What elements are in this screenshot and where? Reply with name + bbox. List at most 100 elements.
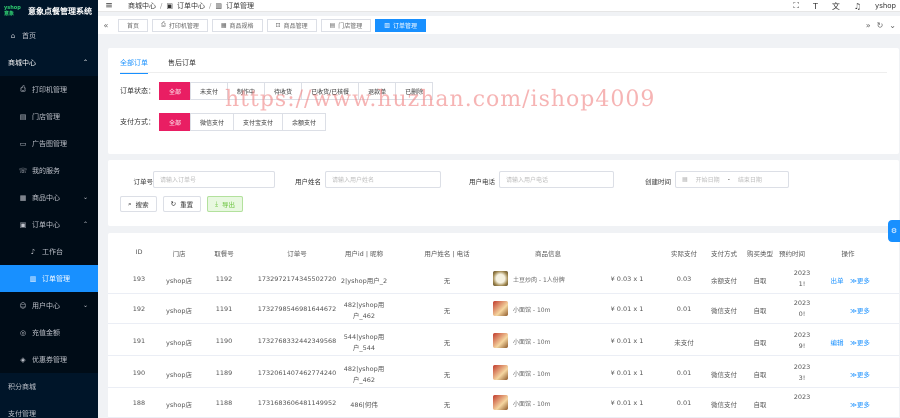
search-card: 订单号 请输入订单号 用户姓名 请输入用户姓名 用户电话 请输入用户电话 创建时…: [108, 160, 899, 226]
status-option[interactable]: 未支付: [190, 82, 229, 100]
table-cell: 191: [132, 337, 146, 345]
goods-icon: ▦: [19, 193, 27, 202]
table-cell: yshop店: [166, 339, 192, 347]
sidebar-item[interactable]: ▭ 广告图管理: [0, 130, 98, 157]
sidebar-item[interactable]: ▤ 门店管理: [0, 103, 98, 130]
table-cell: yshop店: [166, 307, 192, 315]
status-option[interactable]: 制作中: [227, 82, 266, 100]
ad-icon: ▭: [19, 139, 27, 148]
table-cell: 1!: [798, 280, 806, 288]
sidebar-item[interactable]: ◈ 优惠券管理: [0, 346, 98, 373]
pay-option[interactable]: 支付宝支付: [233, 113, 284, 131]
status-option[interactable]: 退款单: [358, 82, 397, 100]
sidebar-item[interactable]: 支付管理: [0, 400, 98, 418]
table-cell: ¥ 0.03 x 1: [610, 275, 644, 283]
sidebar-item[interactable]: ▥ 订单管理: [0, 265, 98, 292]
tag-item[interactable]: ▤ 门店管理: [320, 18, 372, 32]
sidebar-item[interactable]: 积分商城: [0, 373, 98, 400]
top-right-tools: ⛶ T 文 ♫ yshop: [793, 0, 896, 12]
more-button[interactable]: ≫更多: [850, 369, 870, 379]
sidebar-item[interactable]: ▣ 订单中心 ⌃: [0, 211, 98, 238]
chevron-down-icon[interactable]: ⌄: [889, 21, 896, 30]
more-button[interactable]: ≫更多: [850, 399, 870, 409]
tag-item[interactable]: ▦ 商品规格: [211, 18, 263, 32]
table-cell: 0.03: [676, 275, 692, 283]
sidebar-item[interactable]: ☏ 我的服务: [0, 157, 98, 184]
search-icon: ⌕: [128, 199, 132, 208]
sidebar-item[interactable]: ⎙ 打印机管理: [0, 76, 98, 103]
sidebar-item[interactable]: ⌂ 首页: [0, 22, 98, 49]
user-phone-label: 用户电话: [469, 178, 495, 186]
tag-item[interactable]: 首页: [118, 18, 149, 32]
table-cell: 1731683606481149952: [257, 399, 337, 407]
table-header: ID 门店 取餐号 订单号 用户id | 昵称 用户姓名 | 电话 商品信息 实际支付 支付方式…: [108, 246, 899, 260]
font-size-icon[interactable]: T: [813, 2, 818, 11]
scroll-left-icon[interactable]: «: [98, 21, 114, 30]
sidebar-item-label: 门店管理: [32, 112, 60, 121]
column-header: 支付方式: [711, 250, 737, 258]
table-cell: 余额支付: [711, 277, 737, 285]
translate-icon[interactable]: 文: [832, 1, 840, 12]
menu-toggle-icon[interactable]: ≡: [98, 1, 120, 11]
goods-thumbnail: [493, 271, 508, 286]
sidebar-item[interactable]: ▦ 商品中心 ⌄: [0, 184, 98, 211]
end-date[interactable]: 结束日期: [738, 175, 762, 184]
table-cell: 1189: [215, 369, 233, 377]
search-button[interactable]: ⌕ 搜索: [120, 196, 157, 212]
pay-filter: 支付方式： 全部 微信支付 支付宝支付 余额支付: [120, 113, 327, 131]
sidebar-item-label: 广告图管理: [32, 139, 67, 148]
scroll-right-icon[interactable]: »: [866, 21, 871, 30]
breadcrumb-item[interactable]: 商城中心: [128, 1, 156, 11]
bell-icon[interactable]: ♫: [854, 2, 861, 11]
column-header: 购买类型: [747, 250, 773, 258]
chevron-up-icon: ⌃: [82, 221, 88, 228]
table-cell: 482|yshop用: [343, 301, 385, 309]
pay-option[interactable]: 余额支付: [282, 113, 327, 131]
fullscreen-icon[interactable]: ⛶: [793, 1, 799, 11]
tag-item[interactable]: ⎙ 打印机管理: [152, 18, 208, 32]
table-cell: 0!: [798, 310, 806, 318]
sidebar-item-label: 商城中心: [8, 58, 36, 67]
more-button[interactable]: ≫更多: [850, 275, 870, 285]
tag-item[interactable]: ⊡ 商品管理: [266, 18, 317, 32]
sidebar-item[interactable]: ♪ 工作台: [0, 238, 98, 265]
pay-option[interactable]: 全部: [159, 113, 192, 131]
order-action-button[interactable]: 编辑: [831, 337, 844, 347]
sidebar-item[interactable]: 商城中心 ⌃: [0, 49, 98, 76]
table-cell: 544|yshop用: [343, 333, 385, 341]
table-cell: 户_544: [352, 344, 376, 352]
status-label: 订单状态：: [120, 87, 155, 95]
order-action-button[interactable]: 出单: [831, 275, 844, 285]
table-cell: 188: [132, 399, 146, 407]
status-option[interactable]: 待收货: [264, 82, 303, 100]
filter-card: 全部订单 售后订单 订单状态： 全部 未支付 制作中 待收货 已收货/已核餐 退款单 已删除…: [108, 48, 899, 154]
reset-button[interactable]: ↻ 重置: [162, 196, 202, 212]
goods-thumbnail: [493, 395, 508, 410]
logo: yshop 意象: [4, 5, 21, 17]
tag-item[interactable]: ▥ 订单管理: [375, 18, 426, 32]
status-option[interactable]: 已收货/已核餐: [301, 82, 360, 100]
breadcrumb-item[interactable]: 订单中心: [177, 1, 205, 11]
start-date[interactable]: 开始日期: [696, 175, 720, 184]
status-option[interactable]: 已删除: [395, 82, 434, 100]
table-cell: 2023: [793, 269, 811, 277]
more-button[interactable]: ≫更多: [850, 305, 870, 315]
settings-tab-icon[interactable]: ⚙: [888, 220, 900, 242]
sidebar-item-label: 打印机管理: [32, 85, 67, 94]
table-cell: 190: [132, 369, 146, 377]
column-header: 用户姓名 | 电话: [424, 250, 470, 258]
user-phone-input[interactable]: 请输入用户电话: [499, 171, 614, 188]
chevron-up-icon: ⌃: [82, 59, 88, 66]
user-name-input[interactable]: 请输入用户姓名: [325, 171, 441, 188]
refresh-icon[interactable]: ↻: [877, 21, 884, 30]
status-option[interactable]: 全部: [159, 82, 192, 100]
more-button[interactable]: ≫更多: [850, 337, 870, 347]
sidebar-item[interactable]: ☺ 用户中心 ⌄: [0, 292, 98, 319]
order-no-input[interactable]: 请输入订单号: [153, 171, 275, 188]
table-row: 190 yshop店 1189 1732061407462774240 482|ysho…: [108, 358, 899, 388]
pay-option[interactable]: 微信支付: [190, 113, 235, 131]
sidebar-item[interactable]: ◎ 充值金额: [0, 319, 98, 346]
export-button[interactable]: ⤓ 导出: [207, 196, 243, 212]
user-name[interactable]: yshop: [875, 2, 896, 10]
date-range-input[interactable]: ▦ 开始日期 - 结束日期: [675, 171, 789, 188]
